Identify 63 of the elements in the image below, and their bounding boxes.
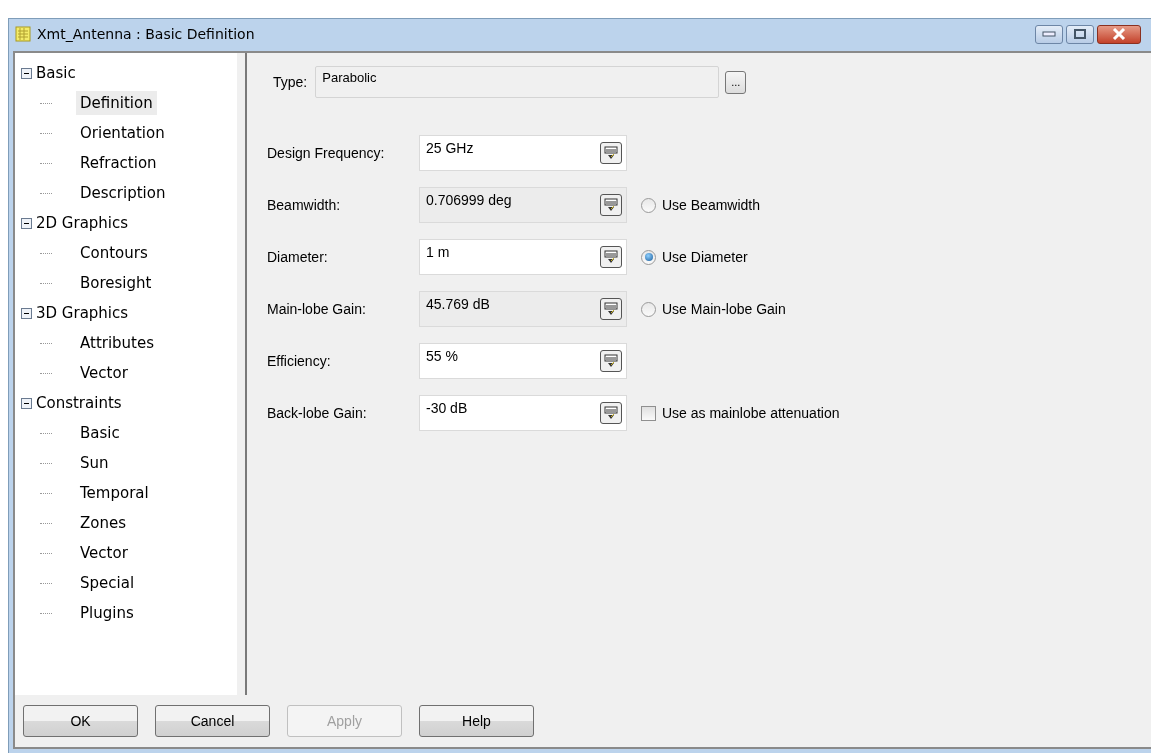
dialog-button[interactable]: OK	[23, 705, 138, 737]
dialog-button[interactable]: Help	[419, 705, 534, 737]
radio-button[interactable]	[641, 249, 656, 265]
radio-label: Use Main-lobe Gain	[662, 301, 786, 317]
tree-item[interactable]: Zones	[76, 511, 130, 535]
dialog-button[interactable]: Cancel	[155, 705, 270, 737]
maximize-button[interactable]	[1066, 24, 1094, 44]
collapse-icon[interactable]	[21, 397, 32, 409]
radio-button[interactable]	[641, 197, 656, 213]
tree-item[interactable]: Boresight	[76, 271, 156, 295]
field-label: Efficiency:	[267, 353, 332, 369]
tree-item[interactable]: Description	[76, 181, 170, 205]
minimize-button[interactable]	[1035, 24, 1063, 44]
input-field[interactable]: -30 dB	[419, 395, 627, 431]
units-icon[interactable]	[600, 350, 622, 372]
tree-item[interactable]: Constraints	[36, 394, 122, 412]
type-label: Type:	[273, 74, 308, 90]
units-icon[interactable]	[600, 194, 622, 216]
tree-item[interactable]: Basic	[36, 64, 76, 82]
field-label: Diameter:	[267, 249, 329, 265]
tree-item[interactable]: Attributes	[76, 331, 159, 355]
tree-item[interactable]: Orientation	[76, 121, 169, 145]
notepad-icon	[15, 26, 31, 42]
maximize-icon	[1073, 29, 1087, 39]
tree-item[interactable]: Basic	[76, 421, 124, 445]
close-button[interactable]	[1097, 24, 1141, 44]
tree-item[interactable]: Temporal	[76, 481, 153, 505]
input-field[interactable]: 45.769 dB	[419, 291, 627, 327]
units-icon[interactable]	[600, 402, 622, 424]
field-label: Beamwidth:	[267, 197, 342, 213]
tree-item[interactable]: Vector	[76, 361, 132, 385]
field-label: Back-lobe Gain:	[267, 405, 368, 421]
units-icon[interactable]	[600, 142, 622, 164]
field-label: Design Frequency:	[267, 145, 386, 161]
checkbox-label: Use as mainlobe attenuation	[662, 405, 840, 421]
type-field: Parabolic	[315, 66, 720, 98]
collapse-icon[interactable]	[21, 307, 32, 319]
input-field[interactable]: 1 m	[419, 239, 627, 275]
input-field[interactable]: 25 GHz	[419, 135, 627, 171]
collapse-icon[interactable]	[21, 217, 32, 229]
radio-button[interactable]	[641, 301, 656, 317]
field-label: Main-lobe Gain:	[267, 301, 367, 317]
checkbox[interactable]	[641, 405, 656, 421]
input-field[interactable]: 55 %	[419, 343, 627, 379]
tree-item[interactable]: Sun	[76, 451, 113, 475]
collapse-icon[interactable]	[21, 67, 32, 79]
input-field[interactable]: 0.706999 deg	[419, 187, 627, 223]
window-title: Xmt_Antenna : Basic Definition	[37, 26, 255, 42]
minimize-icon	[1042, 31, 1056, 37]
tree-item[interactable]: Definition	[76, 91, 157, 115]
radio-label: Use Diameter	[662, 249, 748, 265]
tree-item[interactable]: Refraction	[76, 151, 161, 175]
close-icon	[1112, 28, 1126, 40]
tree-item[interactable]: Special	[76, 571, 139, 595]
radio-label: Use Beamwidth	[662, 197, 761, 213]
tree-item[interactable]: Plugins	[76, 601, 138, 625]
tree-item[interactable]: 2D Graphics	[36, 214, 129, 232]
tree-item[interactable]: 3D Graphics	[36, 304, 129, 322]
units-icon[interactable]	[600, 246, 622, 268]
units-icon[interactable]	[600, 298, 622, 320]
tree-item[interactable]: Contours	[76, 241, 152, 265]
browse-button[interactable]: ...	[725, 70, 747, 94]
tree-item[interactable]: Vector	[76, 541, 132, 565]
